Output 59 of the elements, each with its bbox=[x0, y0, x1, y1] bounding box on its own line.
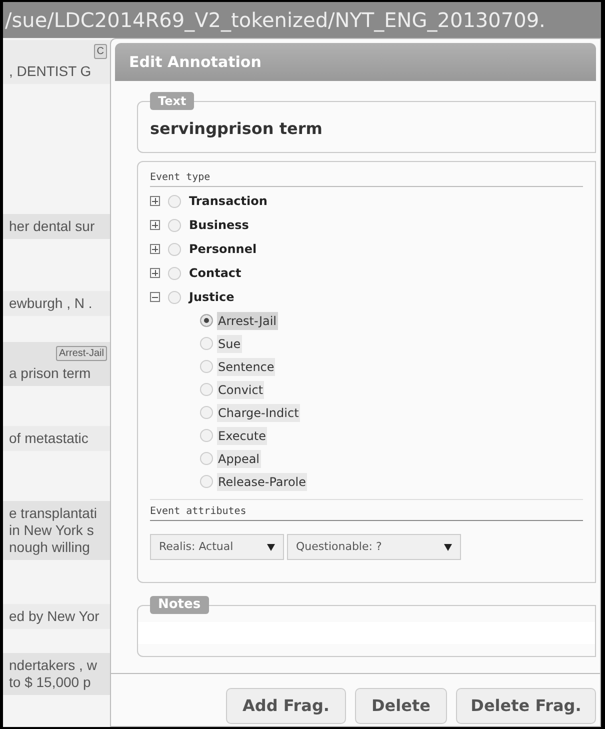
radio-button[interactable] bbox=[200, 383, 213, 396]
document-text: nough willing bbox=[9, 539, 90, 556]
file-path: /sue/LDC2014R69_V2_tokenized/NYT_ENG_20130709. bbox=[4, 7, 546, 34]
dialog-title: Edit Annotation bbox=[115, 43, 596, 81]
expand-icon[interactable] bbox=[150, 196, 160, 206]
document-text: ed by New Yor bbox=[9, 608, 100, 625]
event-subtype-label[interactable]: Execute bbox=[217, 426, 267, 444]
event-subtype-label[interactable]: Charge-Indict bbox=[217, 404, 300, 422]
document-text: of metastatic bbox=[9, 430, 88, 447]
radio-button[interactable] bbox=[200, 452, 213, 465]
document-text: to $ 15,000 p bbox=[9, 674, 91, 691]
fieldset-legend: Text bbox=[150, 92, 194, 110]
event-type-label[interactable]: Transaction bbox=[189, 192, 268, 210]
radio-button[interactable] bbox=[200, 475, 213, 488]
dropdown[interactable]: Questionable: ? bbox=[287, 534, 461, 560]
document-text: in New York s bbox=[9, 522, 94, 539]
section-label: Event attributes bbox=[150, 504, 583, 521]
radio-button[interactable] bbox=[168, 266, 181, 280]
event-subtype-label[interactable]: Sue bbox=[217, 334, 242, 352]
document-text: a prison term bbox=[9, 365, 91, 382]
radio-button[interactable] bbox=[200, 406, 213, 419]
event-subtype-label[interactable]: Appeal bbox=[217, 450, 261, 468]
radio-button[interactable] bbox=[200, 314, 213, 327]
document-text: e transplantati bbox=[9, 505, 97, 522]
caret-icon bbox=[267, 544, 275, 550]
radio-button[interactable] bbox=[168, 242, 181, 256]
expand-icon[interactable] bbox=[150, 220, 160, 230]
annotation-tag[interactable]: Arrest-Jail bbox=[56, 346, 107, 361]
document-text: ewburgh , N . bbox=[9, 295, 92, 312]
caret-icon bbox=[444, 544, 452, 550]
event-subtype-label[interactable]: Release-Parole bbox=[217, 472, 307, 490]
section-label: Event type bbox=[150, 170, 583, 187]
dropdown[interactable]: Realis: Actual bbox=[150, 534, 284, 560]
event-subtype-label[interactable]: Arrest-Jail bbox=[217, 312, 278, 330]
radio-button[interactable] bbox=[168, 194, 181, 208]
document-text: ndertakers , w bbox=[9, 657, 97, 674]
event-type-label[interactable]: Contact bbox=[189, 264, 242, 282]
text-value: servingprison term bbox=[150, 118, 322, 140]
radio-button[interactable] bbox=[168, 290, 181, 304]
radio-button[interactable] bbox=[200, 360, 213, 373]
dialog-button[interactable]: Delete Frag. bbox=[456, 688, 596, 724]
expand-icon[interactable] bbox=[150, 244, 160, 254]
radio-button[interactable] bbox=[200, 429, 213, 442]
dialog-button[interactable]: Delete bbox=[355, 688, 447, 724]
event-type-label[interactable]: Personnel bbox=[189, 240, 257, 258]
radio-button[interactable] bbox=[168, 218, 181, 232]
event-subtype-label[interactable]: Sentence bbox=[217, 358, 276, 376]
event-subtype-label[interactable]: Convict bbox=[217, 380, 264, 398]
dialog-button[interactable]: Add Frag. bbox=[226, 688, 346, 724]
annotation-tag[interactable]: C bbox=[94, 44, 107, 59]
notes-field[interactable] bbox=[138, 622, 595, 644]
expand-icon[interactable] bbox=[150, 268, 160, 278]
document-text: her dental sur bbox=[9, 218, 95, 235]
collapse-icon[interactable] bbox=[150, 292, 160, 302]
fieldset-legend: Notes bbox=[150, 596, 209, 614]
document-text: , DENTIST G bbox=[9, 63, 92, 80]
radio-button[interactable] bbox=[200, 337, 213, 350]
event-type-label[interactable]: Business bbox=[189, 216, 249, 234]
event-type-label[interactable]: Justice bbox=[189, 288, 234, 306]
